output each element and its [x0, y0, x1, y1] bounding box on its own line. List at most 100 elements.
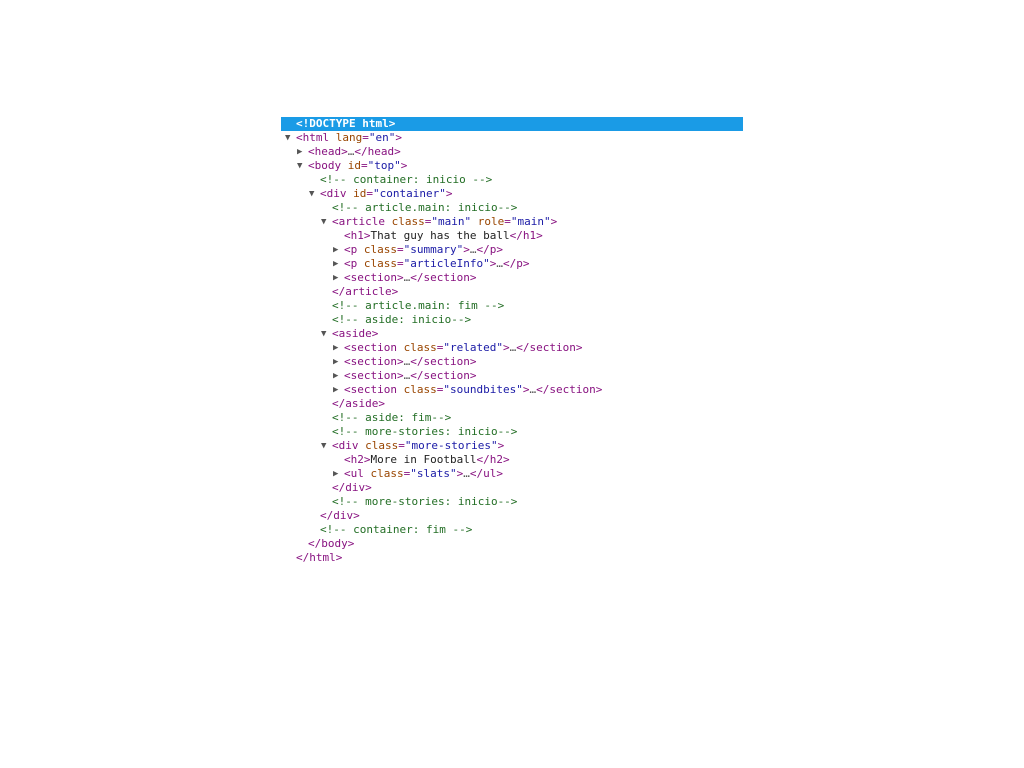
triangle-down-icon[interactable]: ▼ — [309, 187, 319, 201]
dom-node-row[interactable]: ▶ <p class="summary">…</p> — [281, 243, 743, 257]
tag-token: </div> — [332, 481, 372, 494]
dom-node-row[interactable]: ▼ <html lang="en"> — [281, 131, 743, 145]
tag-token: > — [502, 341, 510, 354]
attribute-name: id — [347, 159, 361, 172]
dom-node-row[interactable]: ▶ <section>…</section> — [281, 271, 743, 285]
text-node: More in Football — [370, 453, 477, 466]
tag-token: <h1> — [344, 229, 371, 242]
comment-text: <!-- more-stories: inicio--> — [332, 425, 518, 438]
tag-token: </section> — [516, 341, 583, 354]
dom-node-row[interactable]: ▼ <article class="main" role="main"> — [281, 215, 743, 229]
tag-token: > — [497, 439, 505, 452]
tag-token: = — [362, 131, 369, 144]
dom-node-row[interactable]: ▶ <ul class="slats">…</ul> — [281, 467, 743, 481]
tag-token: <!DOCTYPE html> — [296, 117, 396, 130]
dom-node-row[interactable]: ▶ <section>…</section> — [281, 355, 743, 369]
attribute-value: "summary" — [403, 243, 464, 256]
tag-token: </body> — [308, 537, 355, 550]
dom-node-row[interactable]: <!-- container: fim --> — [281, 523, 743, 537]
dom-node-row[interactable]: ▶ <p class="articleInfo">…</p> — [281, 257, 743, 271]
comment-text: <!-- aside: fim--> — [332, 411, 452, 424]
dom-node-row[interactable]: <!-- container: inicio --> — [281, 173, 743, 187]
node-markup: <section>…</section> — [344, 355, 476, 369]
triangle-right-icon[interactable]: ▶ — [297, 145, 307, 159]
tag-token: </h1> — [509, 229, 543, 242]
node-markup: <section>…</section> — [344, 369, 476, 383]
dom-node-row[interactable]: ▼ <div id="container"> — [281, 187, 743, 201]
dom-node-row[interactable]: ▶ <head>…</head> — [281, 145, 743, 159]
tag-token: </section> — [536, 383, 603, 396]
triangle-down-icon[interactable]: ▼ — [321, 439, 331, 453]
tag-token — [471, 215, 478, 228]
node-markup: <aside> — [332, 327, 378, 341]
tag-token: <p — [344, 243, 364, 256]
dom-node-row[interactable]: <!-- article.main: inicio--> — [281, 201, 743, 215]
triangle-right-icon[interactable]: ▶ — [333, 271, 343, 285]
dom-node-row[interactable]: </div> — [281, 509, 743, 523]
dom-node-row[interactable]: <h2>More in Football</h2> — [281, 453, 743, 467]
dom-node-row[interactable]: </aside> — [281, 397, 743, 411]
attribute-name: lang — [335, 131, 363, 144]
node-markup: <!-- container: inicio --> — [320, 173, 492, 187]
triangle-right-icon[interactable]: ▶ — [333, 257, 343, 271]
tag-token: </p> — [502, 257, 530, 270]
tag-token: <body — [308, 159, 348, 172]
triangle-down-icon[interactable]: ▼ — [285, 131, 295, 145]
node-markup: <!-- article.main: fim --> — [332, 299, 504, 313]
tag-token: = — [398, 439, 405, 452]
tag-token: = — [397, 243, 404, 256]
tag-token: > — [445, 187, 453, 200]
tag-token: <section> — [344, 271, 404, 284]
dom-node-row[interactable]: ▶ <section class="related">…</section> — [281, 341, 743, 355]
dom-node-row[interactable]: ▶ <section class="soundbites">…</section> — [281, 383, 743, 397]
dom-node-row[interactable]: </article> — [281, 285, 743, 299]
triangle-right-icon[interactable]: ▶ — [333, 243, 343, 257]
node-markup: </body> — [308, 537, 354, 551]
dom-node-row[interactable]: ▶ <section>…</section> — [281, 369, 743, 383]
comment-text: <!-- more-stories: inicio--> — [332, 495, 518, 508]
node-markup: </div> — [332, 481, 372, 495]
tag-token: <p — [344, 257, 364, 270]
triangle-down-icon[interactable]: ▼ — [321, 327, 331, 341]
tag-token: > — [463, 243, 470, 256]
tag-token: </html> — [296, 551, 343, 564]
dom-node-row[interactable]: <h1>That guy has the ball</h1> — [281, 229, 743, 243]
node-markup: <html lang="en"> — [296, 131, 402, 145]
tag-token: </article> — [332, 285, 399, 298]
dom-node-row[interactable]: <!-- more-stories: inicio--> — [281, 495, 743, 509]
attribute-value: "container" — [373, 187, 446, 200]
tag-token: </section> — [410, 355, 477, 368]
comment-text: <!-- article.main: fim --> — [332, 299, 505, 312]
tag-token: </section> — [410, 271, 477, 284]
attribute-value: "top" — [367, 159, 401, 172]
attribute-name: role — [477, 215, 505, 228]
attribute-value: "related" — [443, 341, 503, 354]
triangle-right-icon[interactable]: ▶ — [333, 341, 343, 355]
node-markup: <p class="articleInfo">…</p> — [344, 257, 529, 271]
triangle-right-icon[interactable]: ▶ — [333, 355, 343, 369]
triangle-right-icon[interactable]: ▶ — [333, 369, 343, 383]
node-markup: <section class="related">…</section> — [344, 341, 582, 355]
dom-node-row[interactable]: </html> — [281, 551, 743, 565]
tag-token: <h2> — [344, 453, 371, 466]
collapsed-ellipsis: … — [496, 257, 503, 270]
triangle-down-icon[interactable]: ▼ — [321, 215, 331, 229]
dom-node-row[interactable]: <!-- aside: inicio--> — [281, 313, 743, 327]
dom-node-row[interactable]: </div> — [281, 481, 743, 495]
triangle-right-icon[interactable]: ▶ — [333, 383, 343, 397]
comment-text: <!-- container: inicio --> — [320, 173, 493, 186]
dom-node-row[interactable]: ▼ <div class="more-stories"> — [281, 439, 743, 453]
dom-node-row[interactable]: <!-- article.main: fim --> — [281, 299, 743, 313]
node-markup: <p class="summary">…</p> — [344, 243, 503, 257]
dom-node-row-selected[interactable]: <!DOCTYPE html> — [281, 117, 743, 131]
triangle-right-icon[interactable]: ▶ — [333, 467, 343, 481]
triangle-down-icon[interactable]: ▼ — [297, 159, 307, 173]
text-node: That guy has the ball — [370, 229, 510, 242]
node-markup: <h1>That guy has the ball</h1> — [344, 229, 543, 243]
dom-node-row[interactable]: </body> — [281, 537, 743, 551]
dom-node-row[interactable]: <!-- more-stories: inicio--> — [281, 425, 743, 439]
dom-node-row[interactable]: ▼ <aside> — [281, 327, 743, 341]
dom-node-row[interactable]: ▼ <body id="top"> — [281, 159, 743, 173]
dom-node-row[interactable]: <!-- aside: fim--> — [281, 411, 743, 425]
tag-token: > — [400, 159, 408, 172]
